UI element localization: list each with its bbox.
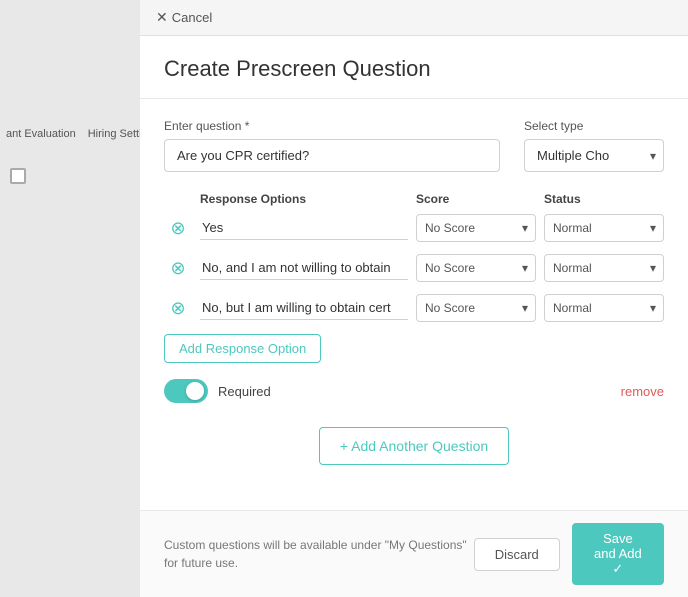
required-toggle-group: Required	[164, 379, 271, 403]
type-select[interactable]: Multiple Cho Yes/No Text	[524, 139, 664, 172]
tab-evaluation[interactable]: ant Evaluation	[0, 120, 82, 148]
remove-row-icon-1[interactable]: ⊗	[164, 218, 192, 239]
remove-row-icon-3[interactable]: ⊗	[164, 298, 192, 319]
response-table: Response Options Score Status ⊗ No Score…	[164, 192, 664, 322]
add-question-section: + Add Another Question	[164, 427, 664, 465]
modal-title: Create Prescreen Question	[140, 36, 688, 99]
modal-footer: Custom questions will be available under…	[140, 510, 688, 597]
cancel-button[interactable]: ✕ Cancel	[156, 9, 212, 26]
score-select-2[interactable]: No Score 123	[416, 254, 536, 282]
question-field-group: Enter question *	[164, 119, 500, 172]
checkbox-area	[0, 148, 140, 204]
tab-hiring[interactable]: Hiring Setti	[82, 120, 148, 148]
response-header: Response Options Score Status	[164, 192, 664, 206]
score-select-3[interactable]: No Score 123	[416, 294, 536, 322]
score-select-1[interactable]: No Score 123	[416, 214, 536, 242]
question-input[interactable]	[164, 139, 500, 172]
score-header: Score	[416, 192, 536, 206]
status-header: Status	[544, 192, 664, 206]
left-panel: ant Evaluation Hiring Setti	[0, 0, 140, 597]
cancel-label: Cancel	[172, 10, 212, 25]
toggle-thumb	[186, 382, 204, 400]
table-row: ⊗ No Score 123 ▾ Normal Good Knockout ▾	[164, 294, 664, 322]
response-options-header: Response Options	[200, 192, 408, 206]
modal-body: Enter question * Select type Multiple Ch…	[140, 99, 688, 510]
remove-row-icon-2[interactable]: ⊗	[164, 258, 192, 279]
cancel-bar: ✕ Cancel	[140, 0, 688, 36]
type-label: Select type	[524, 119, 664, 133]
required-toggle[interactable]	[164, 379, 208, 403]
add-response-button[interactable]: Add Response Option	[164, 334, 321, 363]
footer-actions: Discard Save and Add ✓	[474, 523, 664, 585]
add-another-question-button[interactable]: + Add Another Question	[319, 427, 509, 465]
table-row: ⊗ No Score 123 ▾ Normal Good Knockout ▾	[164, 214, 664, 242]
response-text-2[interactable]	[200, 256, 408, 280]
table-row: ⊗ No Score 123 ▾ Normal Good Knockout ▾	[164, 254, 664, 282]
bottom-controls: Required remove	[164, 379, 664, 403]
type-field-group: Select type Multiple Cho Yes/No Text ▾	[524, 119, 664, 172]
footer-info-text: Custom questions will be available under…	[164, 536, 474, 572]
discard-button[interactable]: Discard	[474, 538, 560, 571]
status-select-1[interactable]: Normal Good Knockout	[544, 214, 664, 242]
save-and-add-button[interactable]: Save and Add ✓	[572, 523, 664, 585]
required-label: Required	[218, 384, 271, 399]
status-select-2[interactable]: Normal Good Knockout	[544, 254, 664, 282]
question-label: Enter question *	[164, 119, 500, 133]
modal: ✕ Cancel Create Prescreen Question Enter…	[140, 0, 688, 597]
status-select-3[interactable]: Normal Good Knockout	[544, 294, 664, 322]
checkbox[interactable]	[10, 168, 26, 184]
response-text-1[interactable]	[200, 216, 408, 240]
remove-button[interactable]: remove	[621, 384, 664, 399]
response-text-3[interactable]	[200, 296, 408, 320]
close-icon: ✕	[156, 9, 168, 26]
